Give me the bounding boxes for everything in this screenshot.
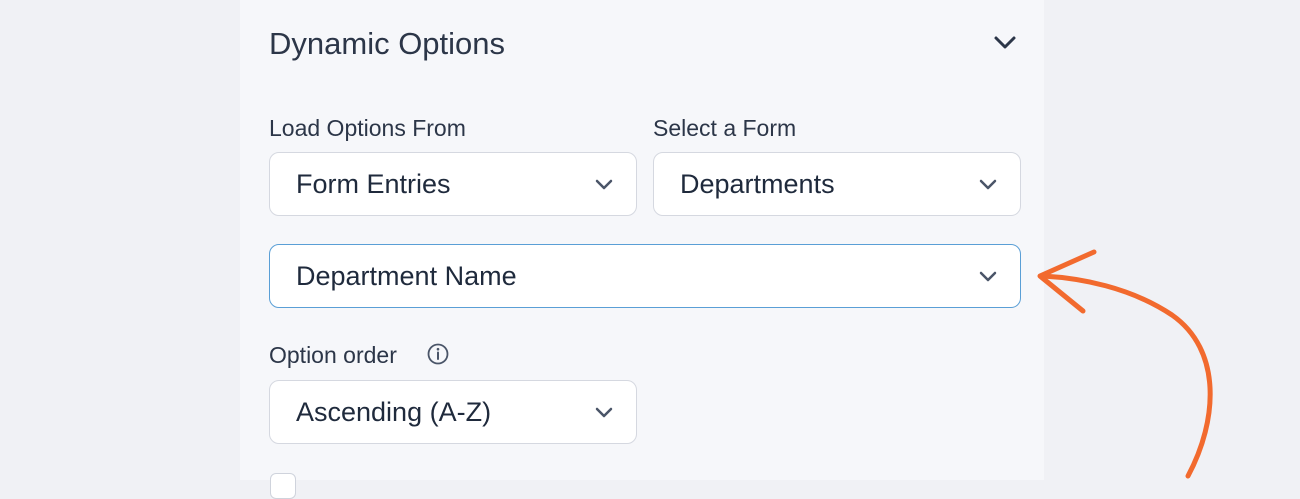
annotation-arrow-curve	[1040, 273, 1213, 479]
load-options-from-label: Load Options From	[269, 115, 466, 141]
select-a-form-label: Select a Form	[653, 115, 797, 141]
chevron-down-icon	[979, 271, 997, 282]
chevron-down-icon	[595, 179, 613, 190]
section-title: Dynamic Options	[269, 26, 506, 61]
option-order-select[interactable]: Ascending (A-Z)	[269, 380, 637, 444]
load-options-from-select[interactable]: Form Entries	[269, 152, 637, 216]
load-options-from-value: Form Entries	[296, 169, 451, 199]
form-field-select[interactable]: Department Name	[269, 244, 1021, 308]
form-field-value: Department Name	[296, 261, 517, 291]
chevron-down-icon	[979, 179, 997, 190]
option-order-value: Ascending (A-Z)	[296, 397, 492, 427]
select-a-form-value: Departments	[680, 169, 835, 199]
select-a-form-select[interactable]: Departments	[653, 152, 1021, 216]
annotation-arrow-head	[1037, 249, 1097, 314]
option-checkbox[interactable]	[270, 473, 296, 499]
option-order-label: Option order	[269, 342, 397, 368]
chevron-down-icon	[994, 36, 1016, 49]
info-circle-icon[interactable]	[426, 342, 450, 366]
chevron-down-icon	[595, 407, 613, 418]
collapse-toggle-button[interactable]	[990, 30, 1020, 56]
